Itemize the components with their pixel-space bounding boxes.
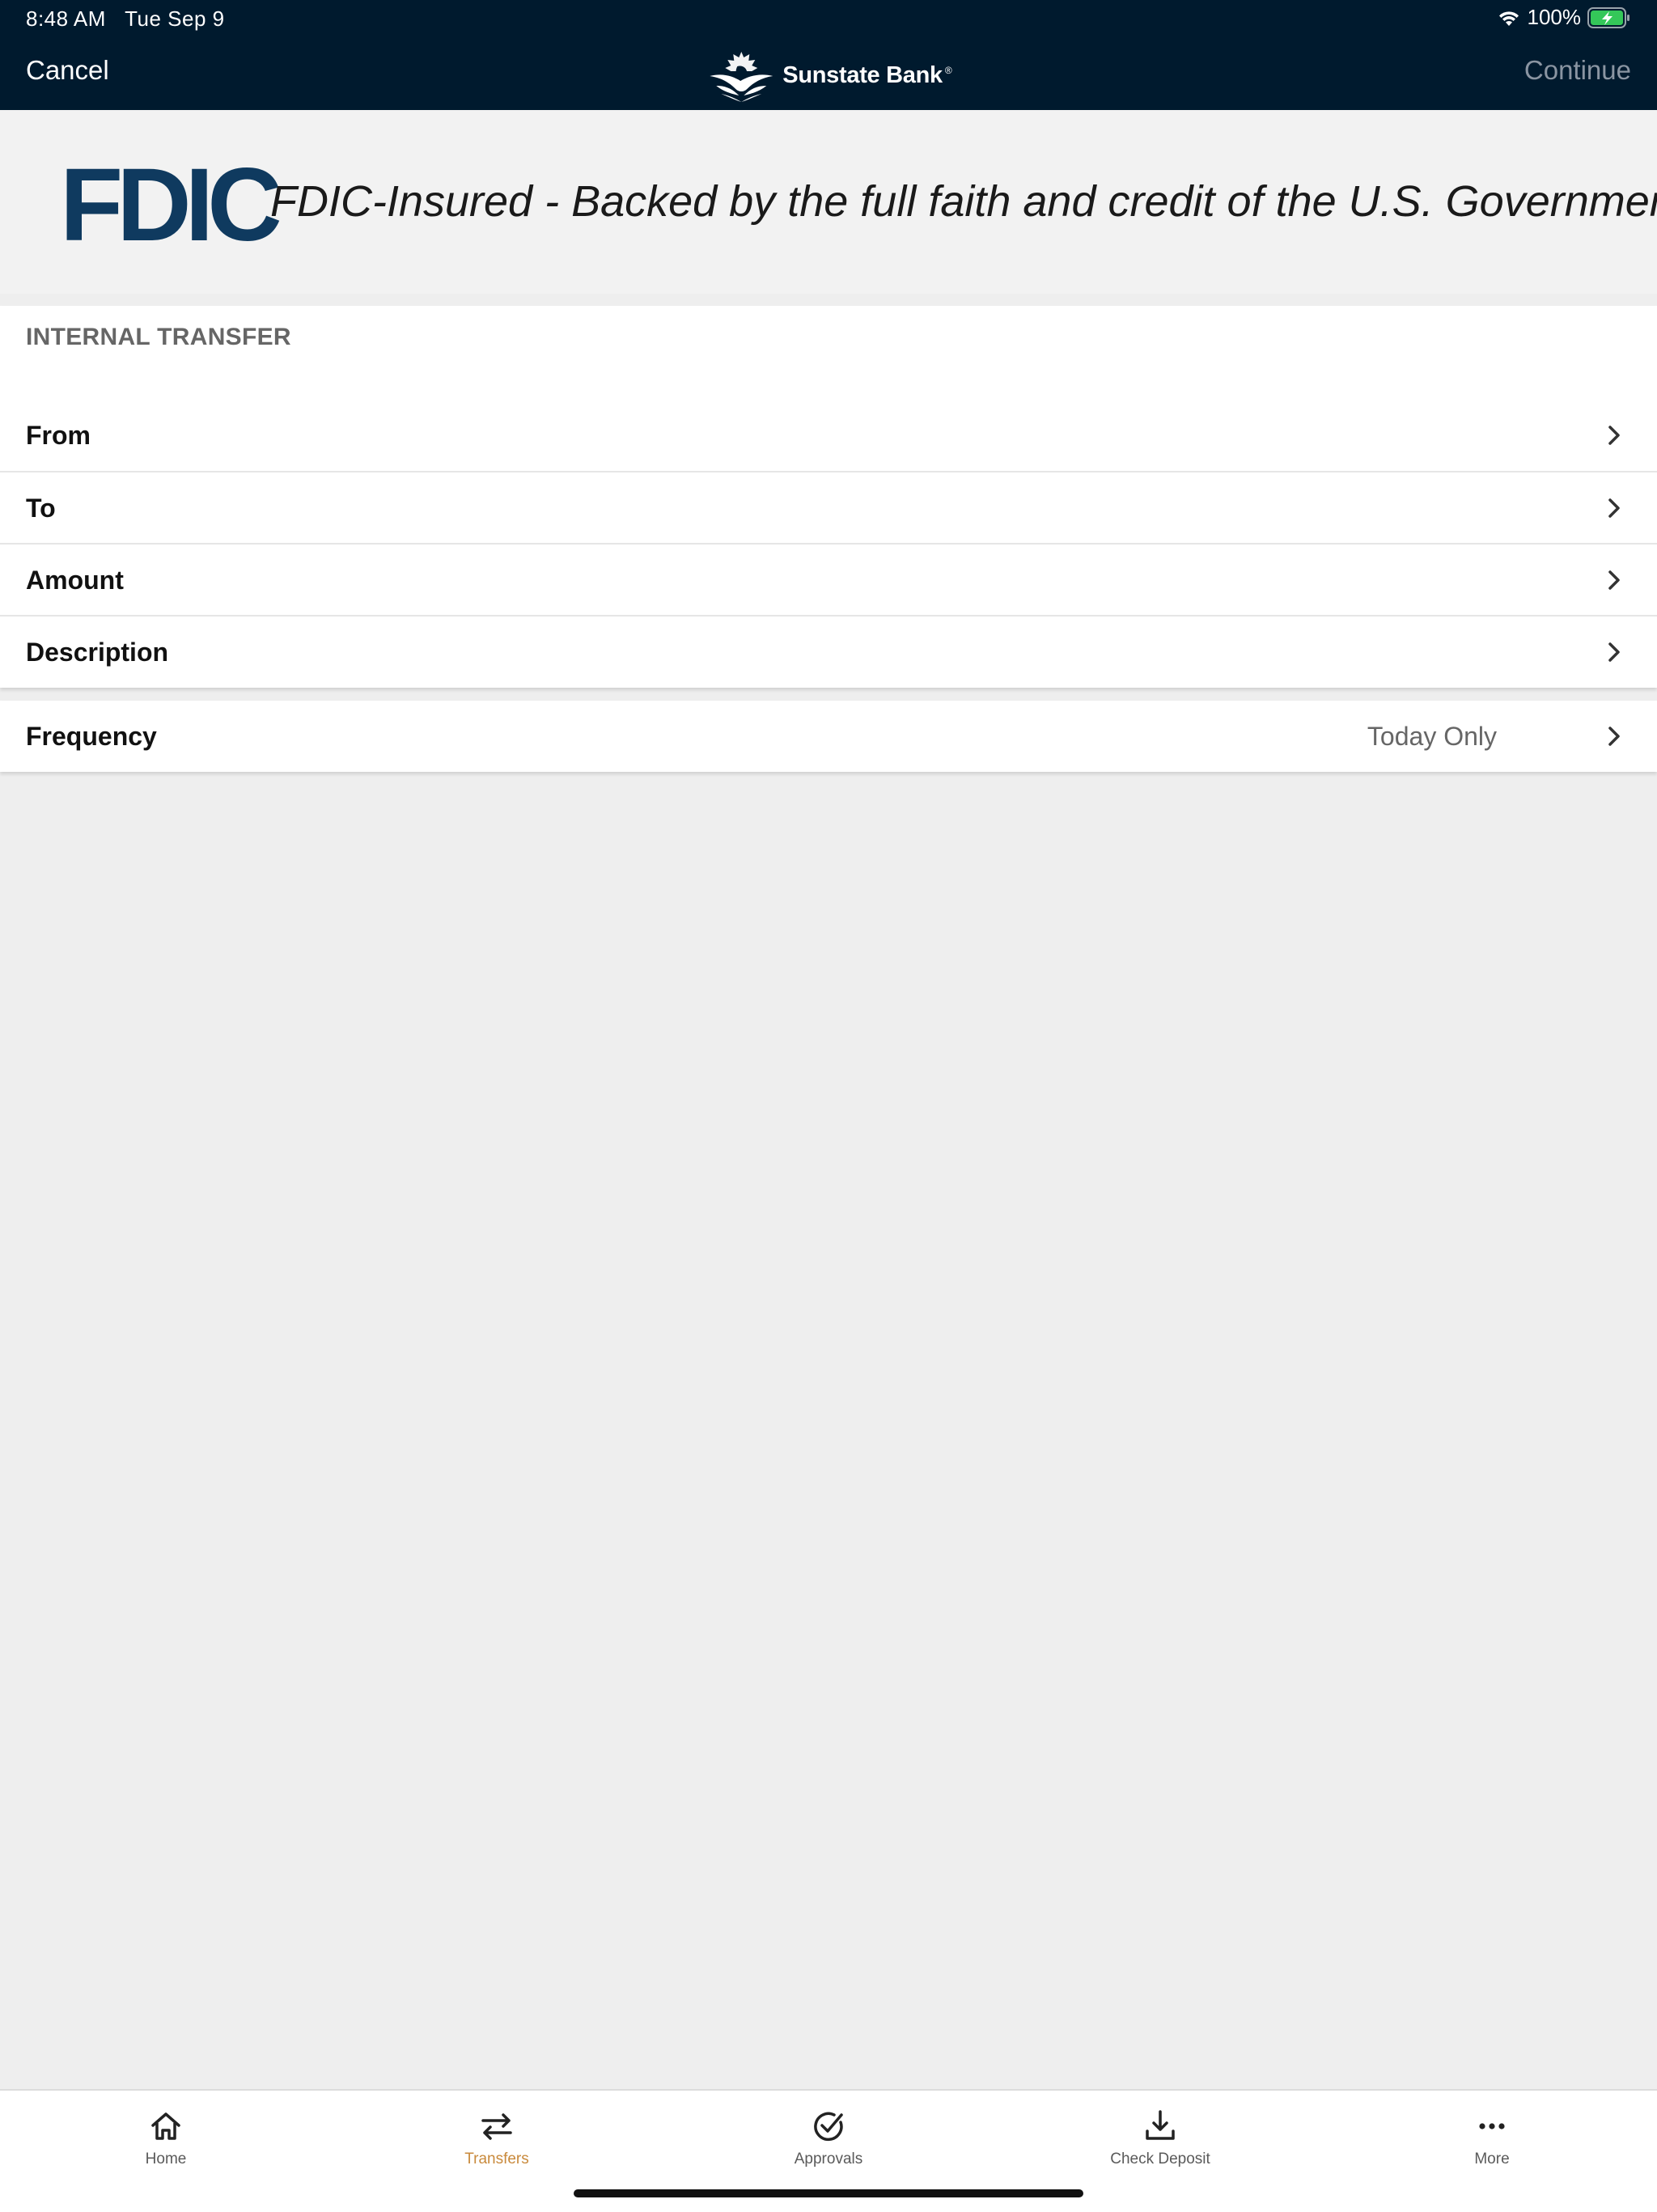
tab-transfers[interactable]: Transfers xyxy=(416,2108,578,2168)
to-row[interactable]: To xyxy=(0,472,1657,544)
transfer-icon xyxy=(481,2113,512,2140)
amount-row[interactable]: Amount xyxy=(0,545,1657,616)
tab-home-label: Home xyxy=(145,2151,187,2168)
continue-button[interactable]: Continue xyxy=(1524,55,1631,86)
tab-check-deposit-label: Check Deposit xyxy=(1110,2151,1210,2168)
tab-transfers-label: Transfers xyxy=(464,2151,529,2168)
tab-approvals-label: Approvals xyxy=(794,2151,863,2168)
from-row[interactable]: From xyxy=(0,400,1657,471)
frequency-value: Today Only xyxy=(1367,722,1497,751)
top-navigation-bar: 8:48 AM Tue Sep 9 100% Cancel Sunstate B… xyxy=(0,0,1657,110)
description-row[interactable]: Description xyxy=(0,617,1657,688)
cancel-button[interactable]: Cancel xyxy=(26,55,109,86)
brand-logo: Sunstate Bank ® xyxy=(705,49,952,102)
battery-percentage: 100% xyxy=(1527,5,1582,29)
tab-more-label: More xyxy=(1474,2151,1510,2168)
status-time: 8:48 AM xyxy=(26,6,106,31)
approval-check-icon xyxy=(814,2112,843,2142)
home-indicator xyxy=(574,2189,1083,2197)
fdic-banner: FDIC FDIC-Insured - Backed by the full f… xyxy=(0,110,1657,294)
chevron-right-icon xyxy=(1608,426,1620,445)
tab-more[interactable]: More xyxy=(1411,2108,1573,2168)
frequency-label: Frequency xyxy=(26,722,157,751)
tab-approvals[interactable]: Approvals xyxy=(748,2108,909,2168)
status-bar-indicators: 100% xyxy=(1497,5,1632,30)
fdic-logo: FDIC xyxy=(60,147,282,263)
chevron-right-icon xyxy=(1608,570,1620,590)
chevron-right-icon xyxy=(1608,642,1620,662)
ellipsis-icon xyxy=(1479,2123,1505,2129)
home-icon xyxy=(151,2112,180,2140)
to-label: To xyxy=(26,494,56,523)
sunstate-eagle-logo-icon xyxy=(710,52,773,102)
section-title: INTERNAL TRANSFER xyxy=(26,324,291,350)
chevron-right-icon xyxy=(1608,727,1620,746)
battery-charging-icon xyxy=(1587,6,1629,28)
chevron-right-icon xyxy=(1608,498,1620,518)
amount-label: Amount xyxy=(26,566,124,595)
download-tray-icon xyxy=(1146,2110,1175,2140)
status-bar-time: 8:48 AM Tue Sep 9 xyxy=(26,6,225,32)
description-label: Description xyxy=(26,638,169,667)
frequency-row[interactable]: Frequency Today Only xyxy=(0,701,1657,772)
from-label: From xyxy=(26,421,91,450)
wifi-icon xyxy=(1498,11,1519,26)
status-date: Tue Sep 9 xyxy=(125,6,225,31)
tab-home[interactable]: Home xyxy=(85,2108,247,2168)
brand-registered-mark: ® xyxy=(944,65,952,76)
fdic-tagline: FDIC-Insured - Backed by the full faith … xyxy=(270,177,1657,226)
brand-name: Sunstate Bank xyxy=(782,61,943,88)
tab-check-deposit[interactable]: Check Deposit xyxy=(1079,2108,1241,2168)
